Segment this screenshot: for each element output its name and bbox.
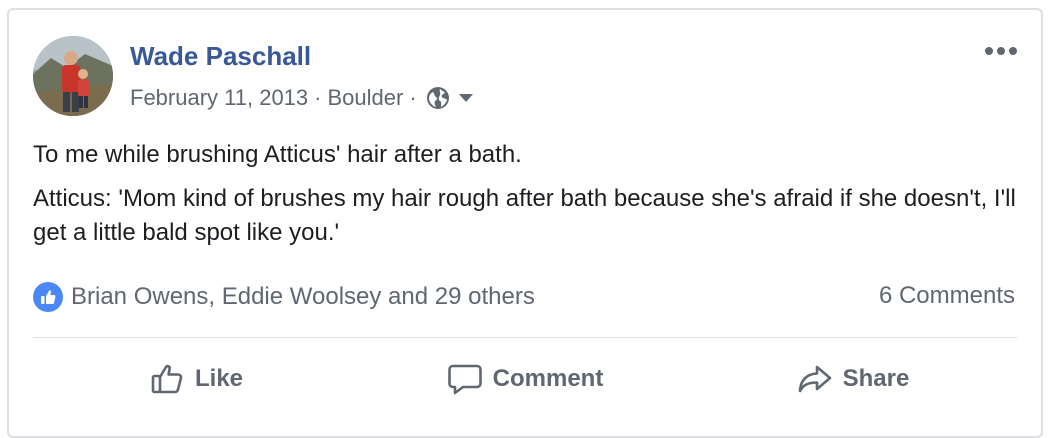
post-location[interactable]: Boulder [327, 85, 403, 111]
comments-count[interactable]: 6 Comments [879, 282, 1015, 310]
share-label: Share [842, 365, 910, 392]
post-body: To me while brushing Atticus' hair after… [33, 138, 1023, 260]
post-card: Wade Paschall February 11, 2013 · Boulde… [7, 8, 1043, 438]
reactions-summary[interactable]: Brian Owens, Eddie Woolsey and 29 others [33, 282, 535, 312]
more-options-icon[interactable] [981, 36, 1021, 66]
post-actions: Like Comment Share [33, 348, 1017, 410]
like-button[interactable]: Like [33, 348, 361, 410]
meta-separator: · [314, 85, 322, 110]
comment-label: Comment [492, 365, 604, 392]
author-name[interactable]: Wade Paschall [130, 41, 311, 72]
comment-button[interactable]: Comment [361, 348, 689, 410]
reactions-text[interactable]: Brian Owens, Eddie Woolsey and 29 others [71, 283, 535, 311]
post-paragraph: Atticus: 'Mom kind of brushes my hair ro… [33, 185, 1016, 246]
share-button[interactable]: Share [689, 348, 1017, 410]
share-arrow-icon [797, 363, 833, 395]
post-date[interactable]: February 11, 2013 [130, 85, 308, 111]
actions-divider [33, 337, 1017, 338]
comment-bubble-icon [447, 363, 483, 395]
globe-icon [425, 85, 451, 111]
like-label: Like [194, 365, 244, 392]
post-paragraph: To me while brushing Atticus' hair after… [33, 141, 522, 168]
post-meta: February 11, 2013 · Boulder · [130, 85, 475, 111]
author-avatar[interactable] [33, 36, 113, 116]
thumbs-up-icon [151, 363, 185, 395]
like-reaction-icon [33, 282, 63, 312]
privacy-dropdown-caret-icon[interactable] [457, 92, 475, 104]
meta-separator: · [409, 85, 417, 110]
